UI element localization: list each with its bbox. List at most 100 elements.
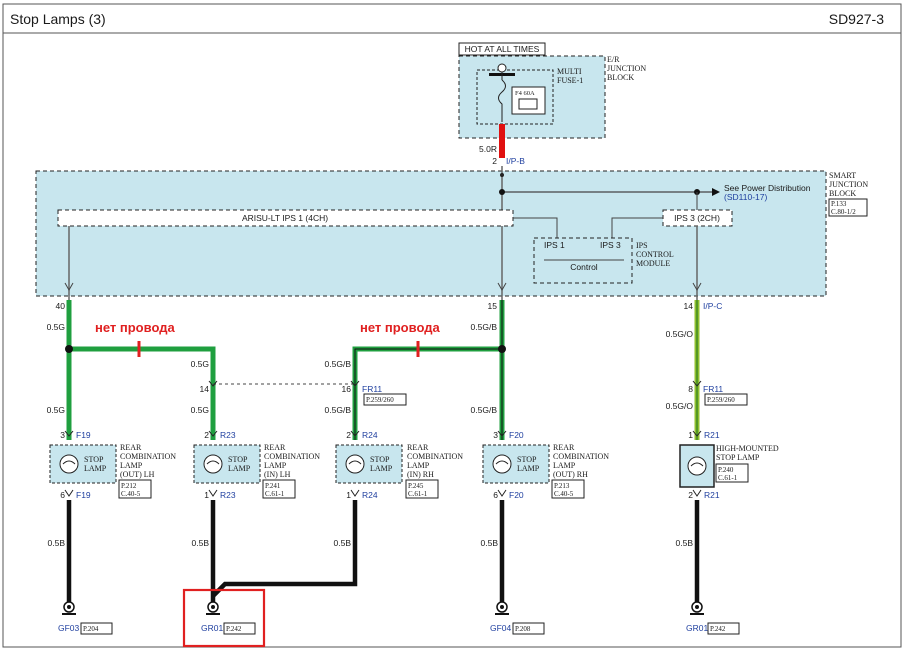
wire-label-05gb-2: 0.5G/B [471, 405, 498, 415]
page-code: SD927-3 [829, 11, 884, 27]
fuse-rating: F4 60A [515, 90, 535, 97]
ground-4-page: P.242 [710, 625, 726, 633]
bulb-icon [492, 454, 512, 474]
sjb-page-2: C.80-1/2 [831, 208, 856, 216]
lamp4-name-4: (OUT) RH [553, 470, 588, 479]
lamp4-page-2: C.40-5 [554, 490, 574, 498]
lamp4-wire-bot: 0.5B [481, 538, 499, 548]
lamp-rear-comb-out-rh: 3 F20 STOP LAMP REAR COMBINATION LAMP (O… [482, 430, 609, 500]
lamp2-pin-top: 2 [204, 430, 209, 440]
lamp5-page-2: C.61-1 [718, 474, 738, 482]
ground-1-name: GF03 [58, 623, 80, 633]
fr11-conn-b: FR11 [703, 384, 723, 394]
wire-label-05gb-4: 0.5G/B [325, 405, 352, 415]
lamp4-pin-top: 3 [493, 430, 498, 440]
ground-gr01-b: GR01 P.242 [686, 601, 740, 635]
lamp5-page-1: P.240 [718, 466, 734, 474]
lamp4-conn-bot: F20 [509, 490, 524, 500]
lamp2-name-4: (IN) LH [264, 470, 291, 479]
lamp4-name-2: COMBINATION [553, 452, 609, 461]
lamp3-name-2: COMBINATION [407, 452, 463, 461]
wire-label-05go: 0.5G/O [666, 329, 694, 339]
lamp2-page-2: C.61-1 [265, 490, 285, 498]
bulb-icon [687, 456, 707, 476]
er-name-1: E/R [607, 55, 620, 64]
lamp-rear-comb-in-rh: 2 R24 STOP LAMP REAR COMBINATION LAMP (I… [335, 430, 463, 500]
lamp4-pin-bot: 6 [493, 490, 498, 500]
fr11-page-a: P.259/260 [366, 396, 394, 404]
ground-wires [66, 500, 700, 602]
lamp3-wire-bot: 0.5B [334, 538, 352, 548]
module-name-2: CONTROL [636, 250, 674, 259]
ground-4-name: GR01 [686, 623, 708, 633]
lamp4-page-1: P.213 [554, 482, 570, 490]
ground-2-page: P.242 [226, 625, 242, 633]
lamp-rear-comb-in-lh: 2 R23 STOP LAMP REAR COMBINATION LAMP (I… [193, 430, 320, 500]
wire-label-05g-4: 0.5G [191, 405, 209, 415]
lamp3-conn-bot: R24 [362, 490, 378, 500]
lamp1-page-1: P.212 [121, 482, 137, 490]
bulb-icon [345, 454, 365, 474]
sjb-name-2: JUNCTION [829, 180, 868, 189]
feed-conn: I/P-B [506, 156, 525, 166]
lamp2-conn-bot: R23 [220, 490, 236, 500]
feed-pin: 2 [492, 156, 497, 166]
lamp1-label-2: LAMP [84, 464, 107, 473]
jp-8: 8 [688, 384, 693, 394]
no-wire-note-2: нет провода [360, 320, 440, 335]
lamp1-label-1: STOP [84, 455, 104, 464]
see-power-ref[interactable]: (SD110-17) [724, 192, 767, 202]
lamp4-label-1: STOP [517, 455, 537, 464]
lamp1-page-2: C.40-5 [121, 490, 141, 498]
wire-label-05g: 0.5G [47, 322, 65, 332]
feed-wire-label: 5.0R [479, 144, 497, 154]
wire-label-05gb: 0.5G/B [471, 322, 498, 332]
ground-3-name: GF04 [490, 623, 512, 633]
pin-40: 40 [56, 301, 66, 311]
lamp4-label-2: LAMP [517, 464, 540, 473]
lamp1-name-1: REAR [120, 443, 142, 452]
lamp5-wire-bot: 0.5B [676, 538, 694, 548]
lamp2-name-2: COMBINATION [264, 452, 320, 461]
lamp2-wire-bot: 0.5B [192, 538, 210, 548]
conn-ipc: I/P-C [703, 301, 722, 311]
lamp4-name-1: REAR [553, 443, 575, 452]
wire-label-05g-3: 0.5G [191, 359, 209, 369]
bulb-icon [203, 454, 223, 474]
lamp3-pin-top: 2 [346, 430, 351, 440]
lamp3-page-1: P.245 [408, 482, 424, 490]
lamp5-pin-bot: 2 [688, 490, 693, 500]
ground-1-page: P.204 [83, 625, 99, 633]
fuse-label-1: MULTI [557, 67, 582, 76]
lamp2-name-1: REAR [264, 443, 286, 452]
lamp1-wire-bot: 0.5B [48, 538, 66, 548]
fr11-page-b: P.259/260 [707, 396, 735, 404]
sjb-page-1: P.133 [831, 200, 847, 208]
lamp5-pin-top: 1 [688, 430, 693, 440]
pin-14: 14 [684, 301, 694, 311]
ips-1-label: IPS 1 [544, 240, 565, 250]
bulb-icon [59, 454, 79, 474]
lamp2-name-3: LAMP [264, 461, 287, 470]
hot-label: HOT AT ALL TIMES [465, 44, 540, 54]
lamp1-pin-top: 3 [60, 430, 65, 440]
lamp3-label-1: STOP [370, 455, 390, 464]
lamp3-pin-bot: 1 [346, 490, 351, 500]
module-name-3: MODULE [636, 259, 670, 268]
lamp5-name-2: STOP LAMP [716, 453, 760, 462]
ground-3-page: P.208 [515, 625, 531, 633]
lamp-rear-comb-out-lh: 3 F19 STOP LAMP REAR COMBINATION LAMP (O… [49, 430, 176, 500]
ips1-4ch-label: ARISU-LT IPS 1 (4CH) [242, 213, 328, 223]
lamp3-name-3: LAMP [407, 461, 430, 470]
module-name-1: IPS [636, 241, 648, 250]
page-title: Stop Lamps (3) [10, 11, 106, 27]
er-name-2: JUNCTION [607, 64, 646, 73]
ground-gf03: GF03 P.204 [58, 601, 113, 635]
lamp3-conn-top: R24 [362, 430, 378, 440]
fr11-conn-a: FR11 [362, 384, 382, 394]
lamp2-label-2: LAMP [228, 464, 251, 473]
lamp3-name-4: (IN) RH [407, 470, 434, 479]
highlight-box [182, 588, 266, 648]
smart-junction-block [35, 170, 827, 297]
lamp5-conn-top: R21 [704, 430, 720, 440]
